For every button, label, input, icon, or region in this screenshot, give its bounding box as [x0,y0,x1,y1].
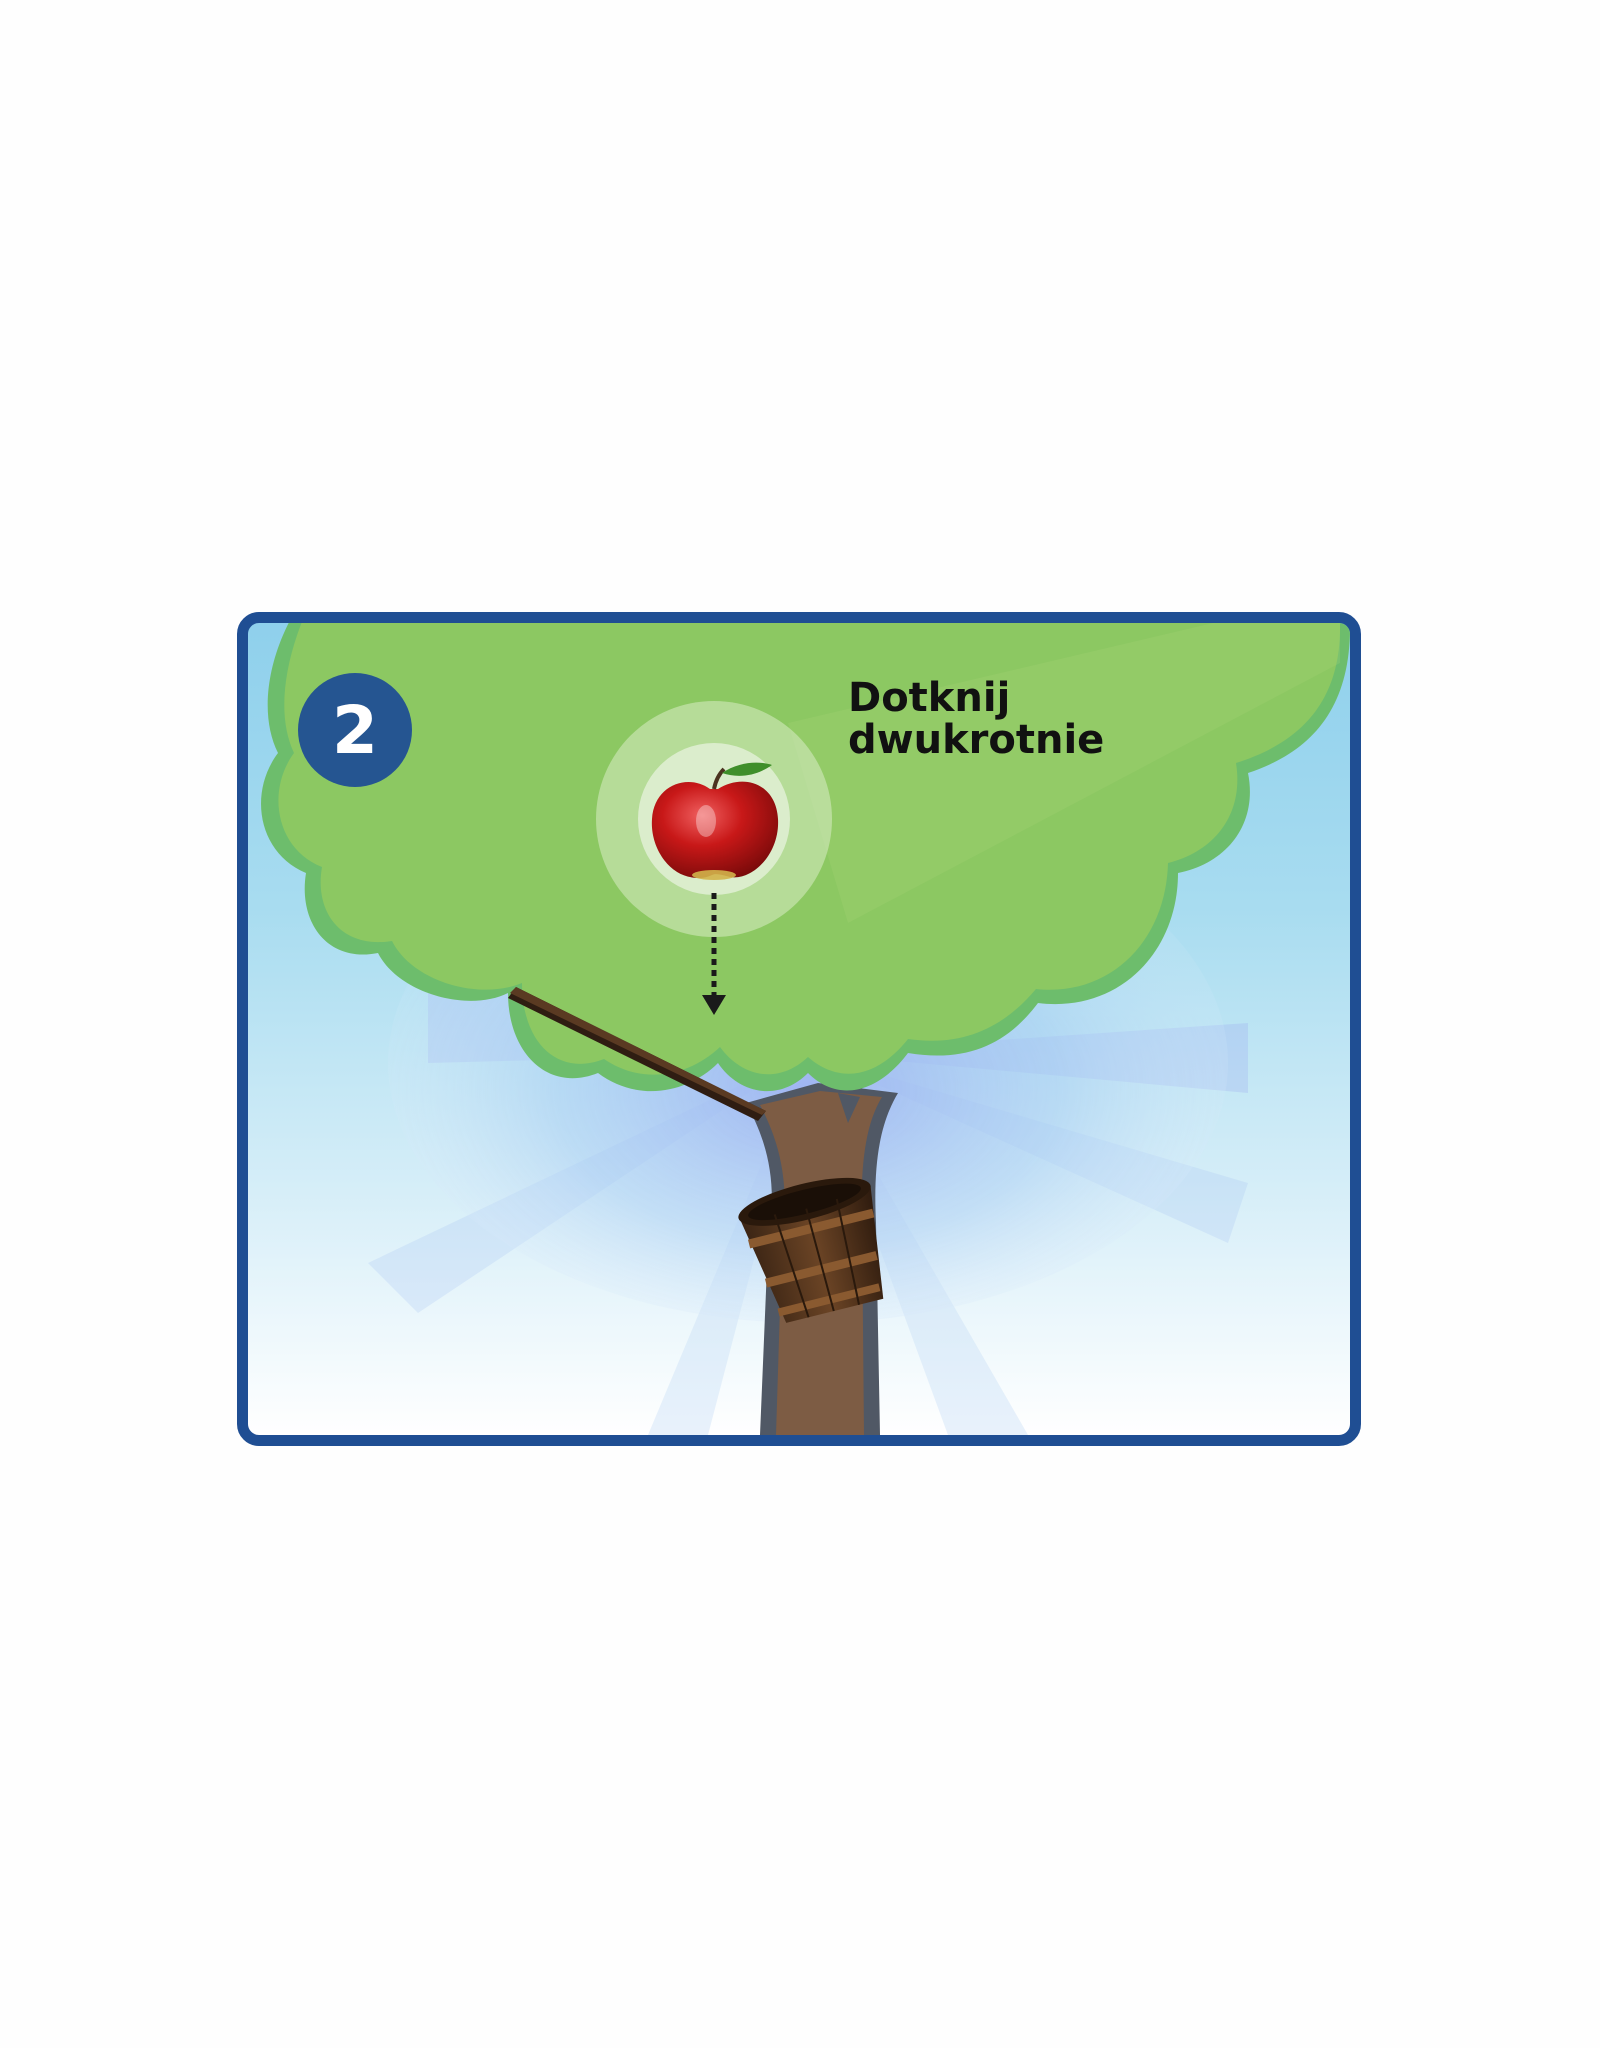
instruction-line-1: Dotknij [848,675,1011,721]
game-scene-card: 2 Dotknij dwukrotnie [237,612,1361,1446]
step-number-badge: 2 [298,673,412,787]
instruction-line-2: dwukrotnie [848,717,1105,763]
instruction-text: Dotknij dwukrotnie [848,677,1268,761]
step-number: 2 [332,691,378,769]
page: 2 Dotknij dwukrotnie [0,0,1600,2048]
